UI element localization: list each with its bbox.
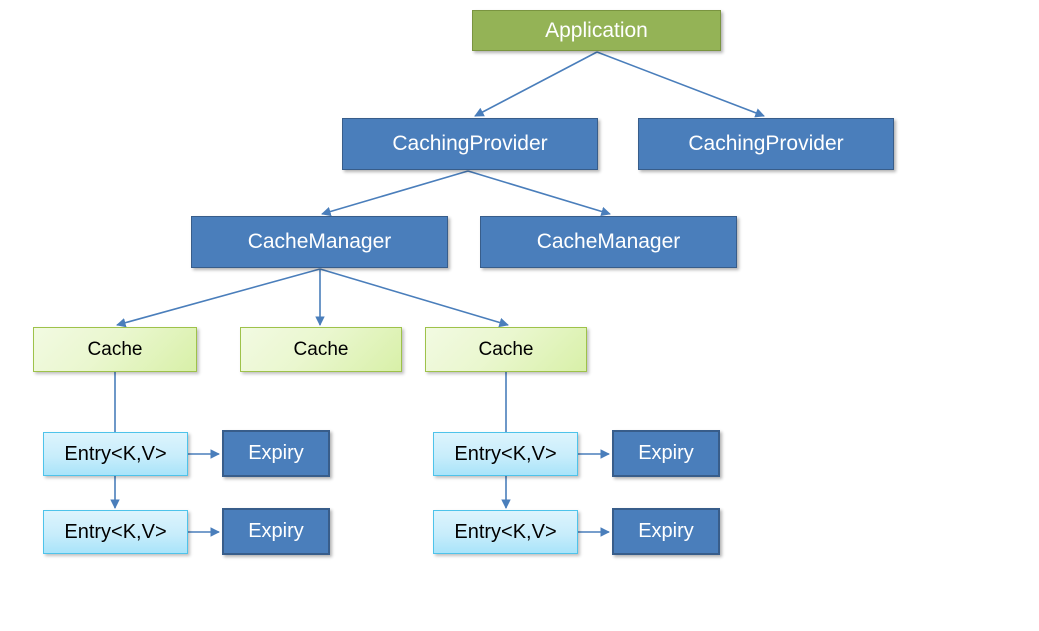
node-label: CachingProvider	[688, 132, 844, 155]
node-application[interactable]: Application	[472, 10, 721, 51]
node-label: CacheManager	[247, 230, 392, 253]
node-expiry-2[interactable]: Expiry	[222, 508, 330, 555]
edge-cache-manager-1-to-cache-3	[319, 268, 509, 328]
node-label: Application	[545, 18, 648, 42]
node-entry-3[interactable]: Entry<K,V>	[433, 432, 578, 476]
node-cache-3[interactable]: Cache	[425, 327, 587, 372]
node-label: CacheManager	[536, 230, 681, 253]
node-expiry-3[interactable]: Expiry	[612, 430, 720, 477]
edge-application-to-caching-provider-1	[474, 51, 598, 117]
node-label: Entry<K,V>	[454, 442, 557, 465]
node-cache-manager-1[interactable]: CacheManager	[191, 216, 448, 268]
edge-caching-provider-1-to-cache-manager-1	[321, 170, 469, 217]
node-label: Expiry	[638, 442, 694, 464]
edge-application-to-caching-provider-2	[596, 51, 765, 118]
node-cache-1[interactable]: Cache	[33, 327, 197, 372]
node-label: Entry<K,V>	[454, 520, 557, 543]
node-expiry-4[interactable]: Expiry	[612, 508, 720, 555]
node-label: Entry<K,V>	[64, 442, 167, 465]
edge-cache-manager-1-to-cache-1	[116, 268, 321, 328]
node-label: CachingProvider	[392, 132, 548, 155]
node-label: Entry<K,V>	[64, 520, 167, 543]
node-expiry-1[interactable]: Expiry	[222, 430, 330, 477]
node-cache-manager-2[interactable]: CacheManager	[480, 216, 737, 268]
node-label: Expiry	[248, 520, 304, 542]
node-caching-provider-2[interactable]: CachingProvider	[638, 118, 894, 170]
node-entry-2[interactable]: Entry<K,V>	[43, 510, 188, 554]
node-label: Cache	[478, 338, 534, 360]
edge-caching-provider-1-to-cache-manager-2	[467, 170, 611, 217]
node-entry-4[interactable]: Entry<K,V>	[433, 510, 578, 554]
node-label: Expiry	[638, 520, 694, 542]
node-label: Cache	[87, 338, 143, 360]
node-entry-1[interactable]: Entry<K,V>	[43, 432, 188, 476]
node-label: Expiry	[248, 442, 304, 464]
node-cache-2[interactable]: Cache	[240, 327, 402, 372]
diagram-canvas: Application CachingProvider CachingProvide…	[0, 0, 1039, 631]
node-caching-provider-1[interactable]: CachingProvider	[342, 118, 598, 170]
node-label: Cache	[293, 338, 349, 360]
